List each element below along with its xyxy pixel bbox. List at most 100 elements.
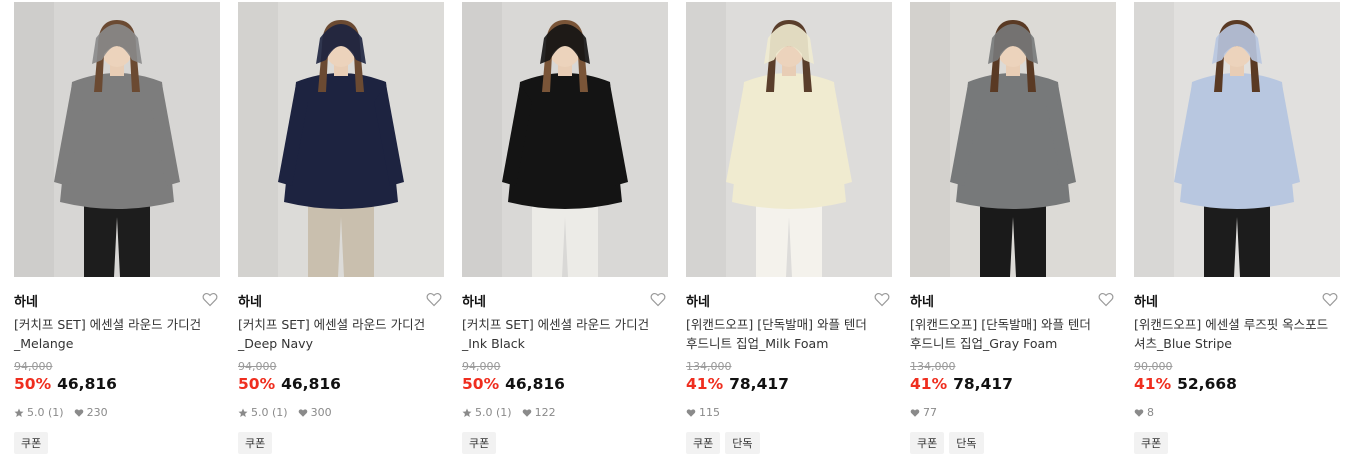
sale-price: 46,816 — [505, 375, 565, 393]
model-photo-illustration — [910, 2, 1116, 277]
brand-name[interactable]: 하네 — [462, 291, 486, 310]
heart-filled-icon — [522, 408, 532, 418]
coupon-badge: 쿠폰 — [1134, 432, 1169, 454]
discount-rate: 41% — [686, 375, 724, 393]
product-title-line2[interactable]: 후드니트 집업_Milk Foam — [686, 334, 892, 353]
heart-filled-icon — [686, 408, 696, 418]
wishlist-heart-icon[interactable] — [650, 292, 666, 307]
likes-group: 122 — [522, 406, 556, 419]
badge-list: 쿠폰 — [462, 432, 501, 454]
badge-list: 쿠폰 — [14, 432, 53, 454]
sale-price: 78,417 — [953, 375, 1013, 393]
brand-name[interactable]: 하네 — [238, 291, 262, 310]
likes-count: 115 — [699, 406, 720, 419]
photo-wall-shade — [910, 2, 950, 277]
original-price: 94,000 — [238, 360, 277, 373]
product-stats: 8 — [1134, 406, 1164, 419]
product-title-line2[interactable]: _Ink Black — [462, 334, 668, 353]
sale-price: 46,816 — [57, 375, 117, 393]
product-title[interactable]: [커치프 SET] 에센셜 라운드 가디건 _Ink Black — [462, 315, 668, 353]
wishlist-heart-icon[interactable] — [426, 292, 442, 307]
coupon-badge: 쿠폰 — [910, 432, 945, 454]
photo-wall-shade — [14, 2, 54, 277]
coupon-badge: 쿠폰 — [238, 432, 273, 454]
product-title-line1[interactable]: [커치프 SET] 에센셜 라운드 가디건 — [462, 315, 668, 334]
heart-filled-icon — [1134, 408, 1144, 418]
product-stats: 5.0 (1) 122 — [462, 406, 566, 419]
product-title[interactable]: [커치프 SET] 에센셜 라운드 가디건 _Melange — [14, 315, 220, 353]
product-title-line2[interactable]: _Deep Navy — [238, 334, 444, 353]
product-title-line1[interactable]: [위캔드오프] [단독발매] 와플 텐더 — [910, 315, 1116, 334]
product-image[interactable] — [686, 2, 892, 277]
original-price: 134,000 — [686, 360, 732, 373]
product-image[interactable] — [462, 2, 668, 277]
product-image[interactable] — [1134, 2, 1340, 277]
product-title-line2[interactable]: _Melange — [14, 334, 220, 353]
product-title-line1[interactable]: [위캔드오프] 에센셜 루즈핏 옥스포드 — [1134, 315, 1340, 334]
discount-rate: 41% — [910, 375, 948, 393]
wishlist-heart-icon[interactable] — [874, 292, 890, 307]
wishlist-heart-icon[interactable] — [202, 292, 218, 307]
product-title[interactable]: [위캔드오프] [단독발매] 와플 텐더 후드니트 집업_Milk Foam — [686, 315, 892, 353]
product-image[interactable] — [910, 2, 1116, 277]
exclusive-badge: 단독 — [725, 432, 760, 454]
product-title-line1[interactable]: [위캔드오프] [단독발매] 와플 텐더 — [686, 315, 892, 334]
sale-price: 78,417 — [729, 375, 789, 393]
likes-group: 115 — [686, 406, 720, 419]
product-grid: 하네 [커치프 SET] 에센셜 라운드 가디건 _Melange 94,000… — [0, 0, 1345, 468]
brand-name[interactable]: 하네 — [910, 291, 934, 310]
brand-name[interactable]: 하네 — [686, 291, 710, 310]
product-title-line2[interactable]: 후드니트 집업_Gray Foam — [910, 334, 1116, 353]
rating-group: 5.0 (1) — [462, 406, 512, 419]
product-title[interactable]: [위캔드오프] [단독발매] 와플 텐더 후드니트 집업_Gray Foam — [910, 315, 1116, 353]
product-image[interactable] — [238, 2, 444, 277]
sale-price: 52,668 — [1177, 375, 1237, 393]
product-title-line1[interactable]: [커치프 SET] 에센셜 라운드 가디건 — [238, 315, 444, 334]
brand-name[interactable]: 하네 — [1134, 291, 1158, 310]
model-photo-illustration — [686, 2, 892, 277]
price-row: 50% 46,816 — [14, 375, 117, 393]
model-photo-illustration — [462, 2, 668, 277]
product-title[interactable]: [위캔드오프] 에센셜 루즈핏 옥스포드 셔츠_Blue Stripe — [1134, 315, 1340, 353]
rating-value: 5.0 (1) — [27, 406, 64, 419]
photo-wall-shade — [238, 2, 278, 277]
badge-list: 쿠폰 단독 — [686, 432, 765, 454]
likes-count: 77 — [923, 406, 937, 419]
star-icon — [462, 408, 472, 418]
original-price: 94,000 — [14, 360, 53, 373]
brand-name[interactable]: 하네 — [14, 291, 38, 310]
star-icon — [14, 408, 24, 418]
price-row: 41% 78,417 — [910, 375, 1013, 393]
discount-rate: 50% — [462, 375, 500, 393]
model-photo-illustration — [238, 2, 444, 277]
likes-count: 230 — [86, 406, 108, 419]
product-stats: 5.0 (1) 230 — [14, 406, 118, 419]
product-title[interactable]: [커치프 SET] 에센셜 라운드 가디건 _Deep Navy — [238, 315, 444, 353]
wishlist-heart-icon[interactable] — [1322, 292, 1338, 307]
original-price: 94,000 — [462, 360, 501, 373]
product-title-line2[interactable]: 셔츠_Blue Stripe — [1134, 334, 1340, 353]
likes-group: 8 — [1134, 406, 1154, 419]
model-photo-illustration — [14, 2, 220, 277]
discount-rate: 41% — [1134, 375, 1172, 393]
badge-list: 쿠폰 단독 — [910, 432, 989, 454]
price-row: 50% 46,816 — [238, 375, 341, 393]
heart-filled-icon — [910, 408, 920, 418]
badge-list: 쿠폰 — [1134, 432, 1173, 454]
badge-list: 쿠폰 — [238, 432, 277, 454]
rating-value: 5.0 (1) — [251, 406, 288, 419]
price-row: 41% 52,668 — [1134, 375, 1237, 393]
likes-count: 8 — [1147, 406, 1154, 419]
product-title-line1[interactable]: [커치프 SET] 에센셜 라운드 가디건 — [14, 315, 220, 334]
photo-wall-shade — [686, 2, 726, 277]
product-stats: 77 — [910, 406, 947, 419]
rating-value: 5.0 (1) — [475, 406, 512, 419]
coupon-badge: 쿠폰 — [686, 432, 721, 454]
likes-count: 122 — [534, 406, 556, 419]
exclusive-badge: 단독 — [949, 432, 984, 454]
wishlist-heart-icon[interactable] — [1098, 292, 1114, 307]
discount-rate: 50% — [238, 375, 276, 393]
original-price: 90,000 — [1134, 360, 1173, 373]
product-image[interactable] — [14, 2, 220, 277]
star-icon — [238, 408, 248, 418]
